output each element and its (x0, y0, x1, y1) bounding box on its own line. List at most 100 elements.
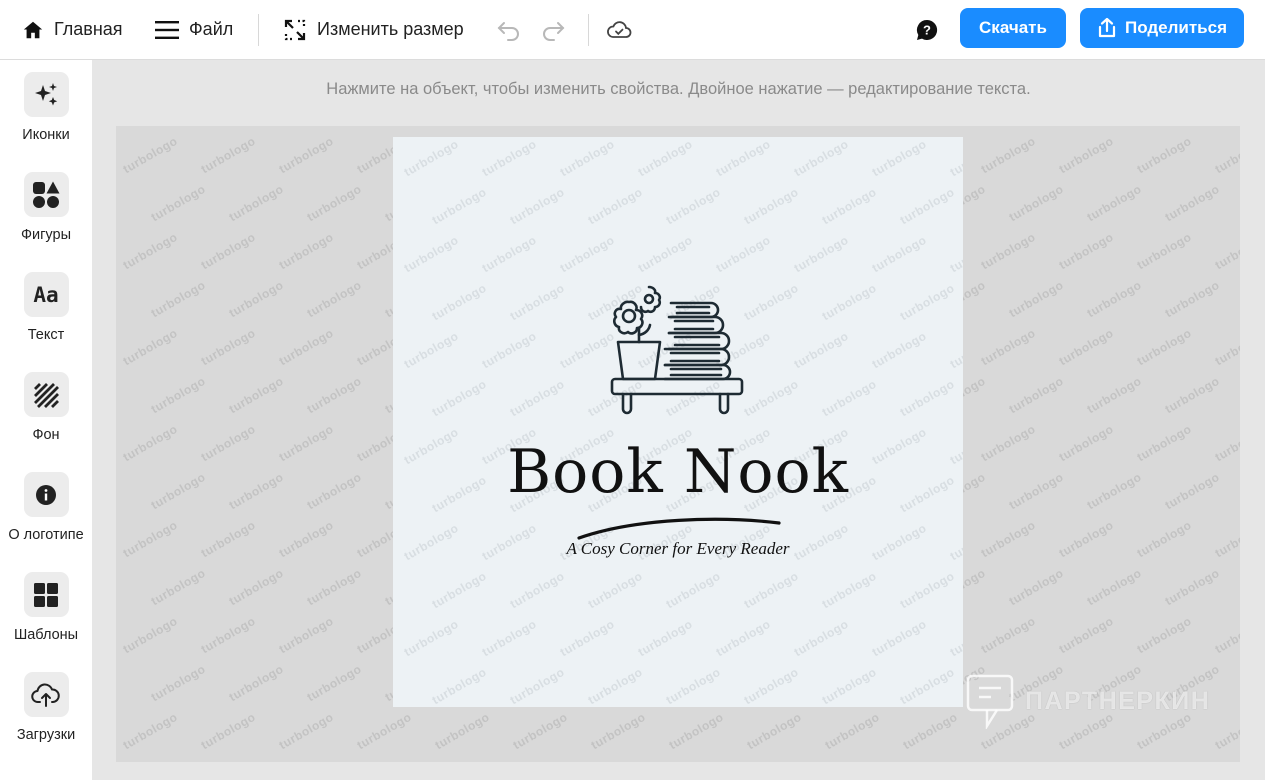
sidebar-item-shapes[interactable]: Фигуры (0, 172, 92, 262)
watermark-text: turbologo (900, 709, 960, 753)
sidebar-item-text[interactable]: Aa Текст (0, 272, 92, 362)
watermark-text: turbologo (507, 184, 567, 228)
partner-watermark-text: ПАРТНЕРКИН (1025, 686, 1211, 715)
watermark-text: turbologo (479, 232, 539, 276)
watermark-text: turbologo (713, 232, 773, 276)
watermark-text: turbologo (819, 280, 879, 324)
watermark-text: turbologo (1212, 229, 1240, 273)
partner-logo-icon (966, 674, 1014, 729)
top-toolbar: Главная Файл Изменить размер ? Скачать П… (0, 0, 1265, 60)
watermark-text: turbologo (1084, 277, 1144, 321)
sidebar-item-templates[interactable]: Шаблоны (0, 572, 92, 662)
watermark-text: turbologo (1134, 421, 1194, 465)
download-button[interactable]: Скачать (960, 8, 1066, 48)
watermark-text: turbologo (1212, 613, 1240, 657)
watermark-text: turbologo (1084, 181, 1144, 225)
file-label: Файл (189, 19, 234, 39)
sidebar-item-about-logo[interactable]: О логотипе (0, 472, 92, 562)
watermark-text: turbologo (585, 184, 645, 228)
sidebar-item-label: О логотипе (8, 527, 84, 543)
help-button[interactable]: ? (915, 0, 939, 60)
watermark-text: turbologo (226, 469, 286, 513)
watermark-text: turbologo (1162, 469, 1222, 513)
watermark-text: turbologo (276, 325, 336, 369)
watermark-text: turbologo (947, 232, 963, 276)
watermark-text: turbologo (947, 328, 963, 372)
watermark-text: turbologo (897, 184, 957, 228)
sidebar-item-uploads[interactable]: Загрузки (0, 672, 92, 762)
watermark-text: turbologo (479, 328, 539, 372)
watermark-text: turbologo (978, 517, 1038, 561)
sidebar-item-icons[interactable]: Иконки (0, 72, 92, 162)
resize-button[interactable]: Изменить размер (283, 0, 464, 60)
watermark-text: turbologo (276, 229, 336, 273)
watermark-text: turbologo (1162, 277, 1222, 321)
watermark-text: turbologo (304, 565, 364, 609)
home-button[interactable]: Главная (22, 0, 123, 60)
bookshelf-logo-icon[interactable] (609, 283, 745, 417)
sparkles-icon (35, 82, 58, 105)
watermark-text: turbologo (510, 709, 570, 753)
watermark-text: turbologo (822, 709, 882, 753)
templates-icon (34, 582, 58, 607)
sidebar-item-label: Фон (32, 427, 60, 443)
watermark-text: turbologo (663, 664, 723, 707)
share-label: Поделиться (1124, 18, 1228, 37)
watermark-text: turbologo (869, 328, 929, 372)
watermark-text: turbologo (276, 709, 336, 753)
watermark-text: turbologo (429, 376, 489, 420)
logo-swoosh-divider[interactable] (576, 511, 782, 541)
cloud-save-button[interactable] (606, 0, 632, 60)
sidebar-item-background[interactable]: Фон (0, 372, 92, 462)
watermark-text: turbologo (819, 568, 879, 612)
sidebar-item-label: Фигуры (21, 227, 71, 243)
undo-button[interactable] (497, 0, 521, 60)
watermark-text: turbologo (978, 325, 1038, 369)
watermark-text: turbologo (869, 616, 929, 660)
watermark-text: turbologo (744, 709, 804, 753)
home-label: Главная (54, 19, 123, 39)
watermark-text: turbologo (429, 280, 489, 324)
share-button[interactable]: Поделиться (1080, 8, 1244, 48)
file-menu-button[interactable]: Файл (155, 0, 233, 60)
watermark-text: turbologo (1056, 229, 1116, 273)
watermark-text: turbologo (432, 709, 492, 753)
help-chat-icon: ? (916, 19, 938, 40)
logo-slogan[interactable]: A Cosy Corner for Every Reader (393, 539, 963, 559)
watermark-text: turbologo (557, 232, 617, 276)
watermark-text: turbologo (226, 661, 286, 705)
watermark-text: turbologo (585, 664, 645, 707)
watermark-text: turbologo (741, 568, 801, 612)
partner-watermark: ПАРТНЕРКИН (965, 672, 1225, 730)
watermark-text: turbologo (148, 277, 208, 321)
watermark-text: turbologo (791, 137, 851, 180)
watermark-text: turbologo (479, 137, 539, 180)
watermark-text: turbologo (978, 133, 1038, 177)
redo-button[interactable] (541, 0, 565, 60)
watermark-text: turbologo (304, 373, 364, 417)
watermark-text: turbologo (1084, 565, 1144, 609)
watermark-text: turbologo (198, 133, 258, 177)
watermark-text: turbologo (819, 664, 879, 707)
logo-title[interactable]: Book Nook (393, 437, 963, 507)
upload-icon (31, 683, 60, 707)
watermark-text: turbologo (1212, 517, 1240, 561)
logo-artboard[interactable]: Book Nook A Cosy Corner for Every Reader… (393, 137, 963, 707)
download-label: Скачать (979, 18, 1047, 37)
watermark-text: turbologo (1084, 469, 1144, 513)
watermark-text: turbologo (507, 280, 567, 324)
watermark-text: turbologo (741, 664, 801, 707)
watermark-text: turbologo (120, 133, 180, 177)
watermark-text: turbologo (1056, 613, 1116, 657)
watermark-text: turbologo (401, 137, 461, 180)
watermark-text: turbologo (713, 616, 773, 660)
watermark-text: turbologo (198, 517, 258, 561)
watermark-text: turbologo (557, 616, 617, 660)
watermark-text: turbologo (947, 137, 963, 180)
watermark-text: turbologo (276, 517, 336, 561)
watermark-text: turbologo (304, 469, 364, 513)
watermark-text: turbologo (1134, 325, 1194, 369)
watermark-text: turbologo (148, 373, 208, 417)
watermark-text: turbologo (978, 613, 1038, 657)
watermark-text: turbologo (276, 421, 336, 465)
